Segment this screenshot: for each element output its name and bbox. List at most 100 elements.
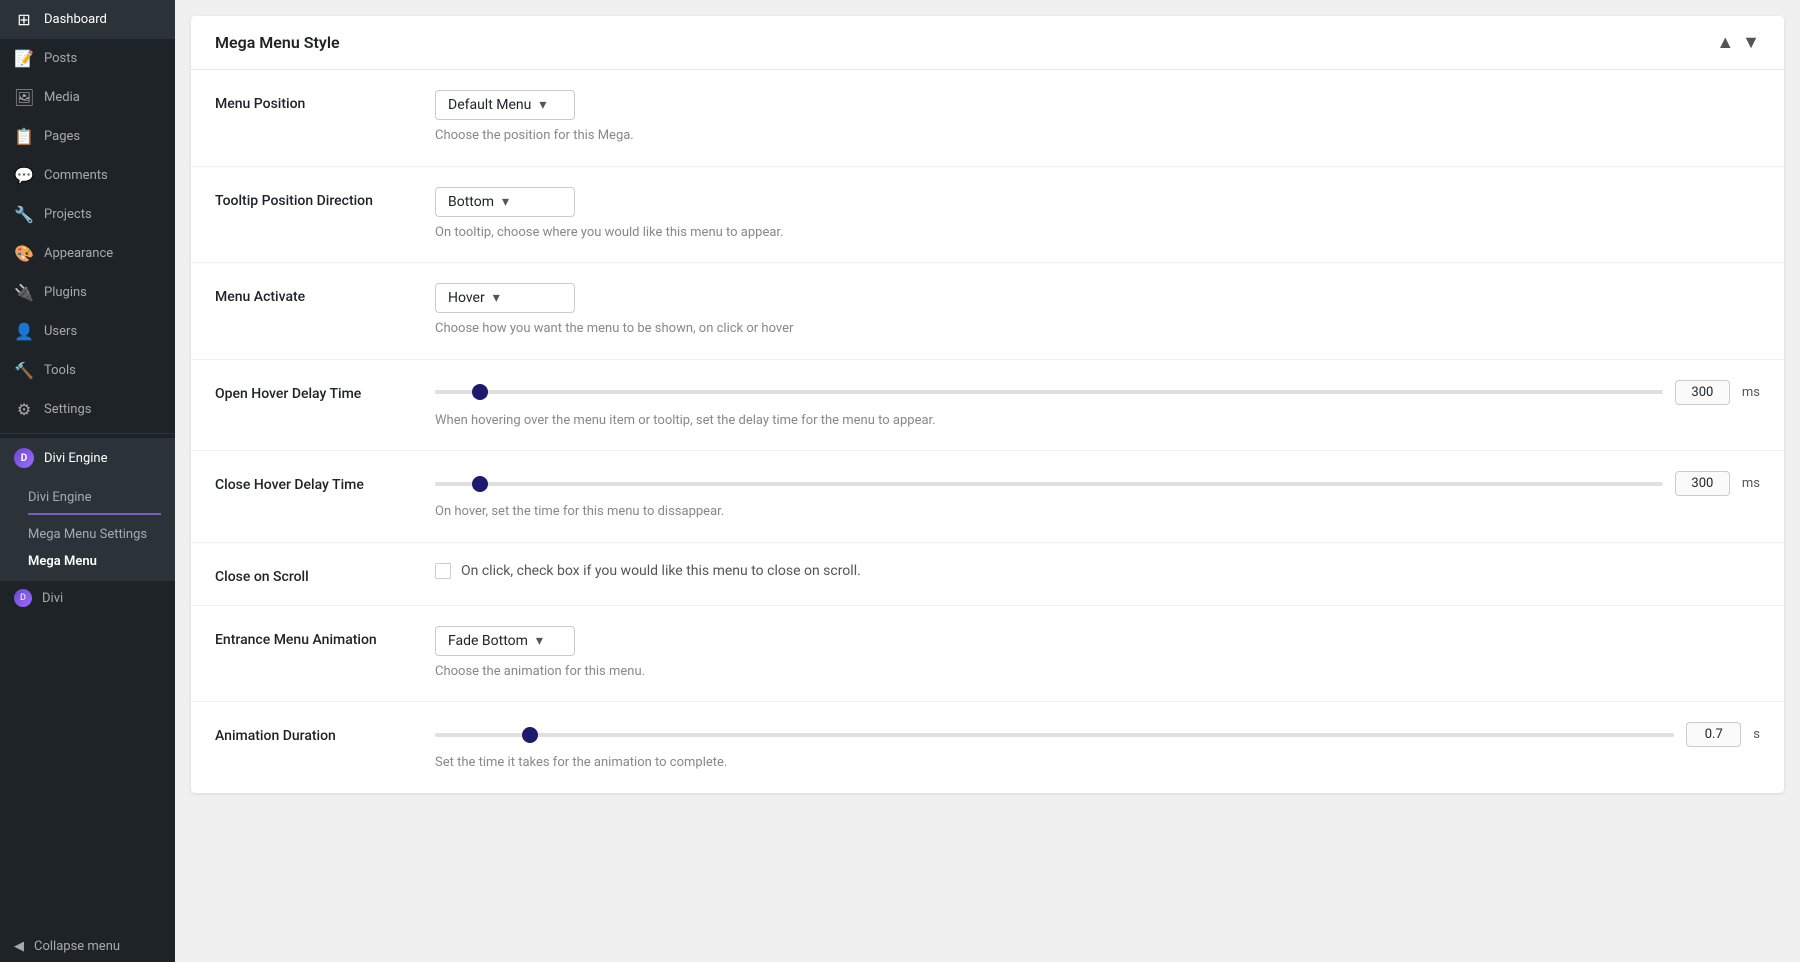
sub-menu-label: Mega Menu <box>28 554 97 569</box>
sidebar-item-label: Plugins <box>44 285 87 300</box>
main-content: Mega Menu Style ▲ ▼ Menu Position Defaul… <box>175 0 1800 962</box>
control-tooltip-position: Bottom ▾ On tooltip, choose where you wo… <box>435 187 1760 243</box>
slider-row-animation-duration: 0.7 s <box>435 722 1760 747</box>
sidebar-item-divi-engine[interactable]: D Divi Engine <box>0 438 175 478</box>
slider-unit-close-hover: ms <box>1742 476 1760 491</box>
description-tooltip-position: On tooltip, choose where you would like … <box>435 223 1760 243</box>
label-tooltip-position: Tooltip Position Direction <box>215 187 435 209</box>
dropdown-menu-position[interactable]: Default Menu ▾ <box>435 90 575 120</box>
control-entrance-animation: Fade Bottom ▾ Choose the animation for t… <box>435 626 1760 682</box>
dropdown-entrance-animation[interactable]: Fade Bottom ▾ <box>435 626 575 656</box>
projects-icon: 🔧 <box>14 205 34 224</box>
label-animation-duration: Animation Duration <box>215 722 435 744</box>
divi-label: Divi <box>42 591 63 606</box>
label-open-hover-delay: Open Hover Delay Time <box>215 380 435 402</box>
plugins-icon: 🔌 <box>14 283 34 302</box>
settings-row-entrance-animation: Entrance Menu Animation Fade Bottom ▾ Ch… <box>191 606 1784 703</box>
dropdown-value: Fade Bottom <box>448 633 528 649</box>
sidebar: ⊞ Dashboard 📝 Posts 🖼 Media 📋 Pages 💬 Co… <box>0 0 175 962</box>
checkbox-row-close-on-scroll: On click, check box if you would like th… <box>435 563 1760 579</box>
settings-row-close-hover-delay: Close Hover Delay Time 300 ms On hover, … <box>191 451 1784 543</box>
description-entrance-animation: Choose the animation for this menu. <box>435 662 1760 682</box>
panel-header: Mega Menu Style ▲ ▼ <box>191 16 1784 70</box>
sidebar-item-collapse[interactable]: ◀ Collapse menu <box>0 931 175 962</box>
sidebar-item-posts[interactable]: 📝 Posts <box>0 39 175 78</box>
sub-menu-section: Divi Engine Mega Menu Settings Mega Menu <box>0 478 175 581</box>
sidebar-item-tools[interactable]: 🔨 Tools <box>0 351 175 390</box>
media-icon: 🖼 <box>14 88 34 107</box>
sub-menu-label: Mega Menu Settings <box>28 527 147 542</box>
content-panel: Mega Menu Style ▲ ▼ Menu Position Defaul… <box>191 16 1784 793</box>
checkbox-close-on-scroll[interactable] <box>435 563 451 579</box>
divi-engine-label: Divi Engine <box>44 451 107 466</box>
sidebar-item-dashboard[interactable]: ⊞ Dashboard <box>0 0 175 39</box>
slider-row-close-hover: 300 ms <box>435 471 1760 496</box>
slider-unit-animation-duration: s <box>1753 727 1760 742</box>
chevron-down-icon: ▾ <box>493 290 500 306</box>
settings-icon: ⚙ <box>14 400 34 419</box>
label-menu-position: Menu Position <box>215 90 435 112</box>
sidebar-item-divi[interactable]: D Divi <box>0 581 175 615</box>
pages-icon: 📋 <box>14 127 34 146</box>
sidebar-item-label: Media <box>44 90 80 105</box>
sidebar-item-settings[interactable]: ⚙ Settings <box>0 390 175 429</box>
description-menu-activate: Choose how you want the menu to be shown… <box>435 319 1760 339</box>
settings-row-close-on-scroll: Close on Scroll On click, check box if y… <box>191 543 1784 606</box>
chevron-down-icon: ▾ <box>502 194 509 210</box>
sidebar-item-projects[interactable]: 🔧 Projects <box>0 195 175 234</box>
dropdown-value: Default Menu <box>448 97 531 113</box>
divi-icon: D <box>14 589 32 607</box>
sidebar-item-label: Comments <box>44 168 108 183</box>
slider-value-open-hover[interactable]: 300 <box>1675 380 1730 405</box>
sidebar-item-label: Appearance <box>44 246 113 261</box>
sidebar-item-label: Users <box>44 324 77 339</box>
chevron-down-icon: ▾ <box>539 97 546 113</box>
sidebar-item-media[interactable]: 🖼 Media <box>0 78 175 117</box>
control-open-hover-delay: 300 ms When hovering over the menu item … <box>435 380 1760 431</box>
settings-row-menu-activate: Menu Activate Hover ▾ Choose how you wan… <box>191 263 1784 360</box>
panel-title: Mega Menu Style <box>215 33 340 52</box>
sidebar-item-mega-menu-settings[interactable]: Mega Menu Settings <box>0 521 175 548</box>
checkbox-label-close-on-scroll: On click, check box if you would like th… <box>461 563 861 579</box>
slider-track-close-hover <box>435 482 1663 486</box>
sidebar-item-divi-engine-sub[interactable]: Divi Engine <box>0 484 175 511</box>
collapse-up-icon[interactable]: ▲ <box>1716 32 1734 53</box>
sidebar-item-mega-menu[interactable]: Mega Menu <box>0 548 175 575</box>
collapse-down-icon[interactable]: ▼ <box>1742 32 1760 53</box>
divi-engine-underline <box>28 513 161 515</box>
description-animation-duration: Set the time it takes for the animation … <box>435 753 1760 773</box>
panel-controls: ▲ ▼ <box>1716 32 1760 53</box>
description-menu-position: Choose the position for this Mega. <box>435 126 1760 146</box>
label-menu-activate: Menu Activate <box>215 283 435 305</box>
dropdown-value: Bottom <box>448 194 494 210</box>
chevron-down-icon: ▾ <box>536 633 543 649</box>
slider-thumb-animation-duration[interactable] <box>522 727 538 743</box>
slider-unit-open-hover: ms <box>1742 385 1760 400</box>
tools-icon: 🔨 <box>14 361 34 380</box>
slider-value-animation-duration[interactable]: 0.7 <box>1686 722 1741 747</box>
comments-icon: 💬 <box>14 166 34 185</box>
slider-track-open-hover <box>435 390 1663 394</box>
sidebar-item-label: Posts <box>44 51 77 66</box>
sidebar-item-appearance[interactable]: 🎨 Appearance <box>0 234 175 273</box>
slider-thumb-open-hover[interactable] <box>472 384 488 400</box>
sidebar-item-users[interactable]: 👤 Users <box>0 312 175 351</box>
sidebar-item-pages[interactable]: 📋 Pages <box>0 117 175 156</box>
users-icon: 👤 <box>14 322 34 341</box>
dropdown-menu-activate[interactable]: Hover ▾ <box>435 283 575 313</box>
label-close-hover-delay: Close Hover Delay Time <box>215 471 435 493</box>
sidebar-item-comments[interactable]: 💬 Comments <box>0 156 175 195</box>
divi-engine-icon: D <box>14 448 34 468</box>
dropdown-tooltip-position[interactable]: Bottom ▾ <box>435 187 575 217</box>
dropdown-value: Hover <box>448 290 485 306</box>
control-close-hover-delay: 300 ms On hover, set the time for this m… <box>435 471 1760 522</box>
sidebar-item-label: Dashboard <box>44 12 107 27</box>
slider-value-close-hover[interactable]: 300 <box>1675 471 1730 496</box>
sidebar-item-plugins[interactable]: 🔌 Plugins <box>0 273 175 312</box>
sidebar-item-label: Tools <box>44 363 76 378</box>
slider-thumb-close-hover[interactable] <box>472 476 488 492</box>
control-menu-position: Default Menu ▾ Choose the position for t… <box>435 90 1760 146</box>
label-close-on-scroll: Close on Scroll <box>215 563 435 585</box>
sub-menu-label: Divi Engine <box>28 490 91 505</box>
settings-row-animation-duration: Animation Duration 0.7 s Set the time it… <box>191 702 1784 793</box>
